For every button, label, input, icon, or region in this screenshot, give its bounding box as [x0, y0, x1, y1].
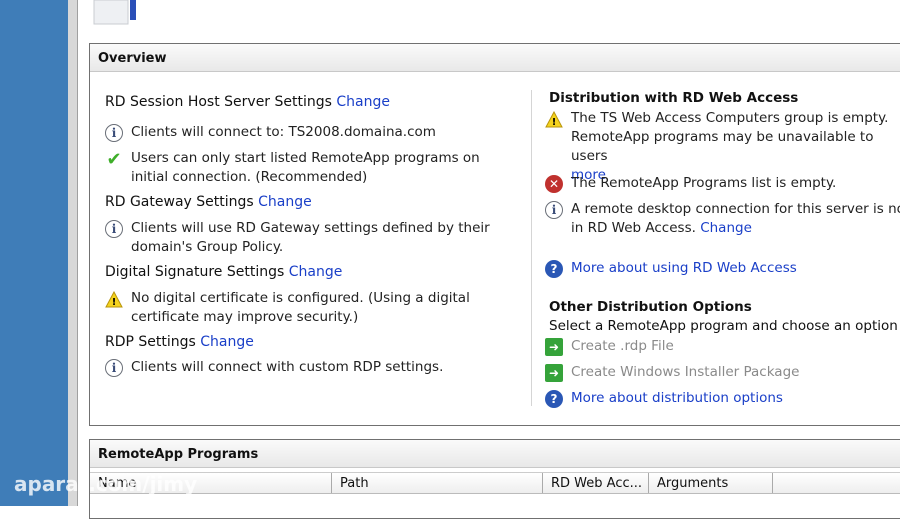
- remoteapp-programs-panel: RemoteApp Programs Name Path RD Web Acc.…: [89, 439, 900, 519]
- change-web-access-link[interactable]: Change: [700, 220, 752, 236]
- error-icon: ✕: [545, 175, 563, 193]
- list-item: i Clients will connect to: TS2008.domaina…: [105, 123, 515, 142]
- programs-title: RemoteApp Programs: [90, 440, 900, 468]
- column-divider: [531, 90, 532, 406]
- column-filler: [773, 473, 900, 493]
- list-item: ✔ Users can only start listed RemoteApp p…: [106, 148, 480, 186]
- create-windows-installer-package[interactable]: ➜ Create Windows Installer Package: [545, 363, 799, 382]
- rd-gateway-heading: RD Gateway Settings Change: [105, 194, 312, 210]
- warning-icon: !: [105, 290, 123, 308]
- rd-session-host-heading: RD Session Host Server Settings Change: [105, 94, 390, 110]
- rdp-settings-heading: RDP Settings Change: [105, 334, 254, 350]
- digital-signature-heading: Digital Signature Settings Change: [105, 264, 343, 280]
- column-headers: Name Path RD Web Acc... Arguments: [90, 472, 900, 494]
- column-path[interactable]: Path: [332, 473, 543, 493]
- list-item: ✕ The RemoteApp Programs list is empty.: [545, 174, 836, 193]
- help-icon: ?: [545, 390, 563, 408]
- create-rdp-file[interactable]: ➜ Create .rdp File: [545, 337, 674, 356]
- other-distribution-description: Select a RemoteApp program and choose an…: [549, 318, 900, 334]
- other-distribution-heading: Other Distribution Options: [549, 299, 752, 315]
- list-item: i Clients will use RD Gateway settings de…: [105, 219, 495, 257]
- help-distribution-options: ? More about distribution options: [545, 389, 783, 408]
- column-arguments[interactable]: Arguments: [649, 473, 773, 493]
- change-gateway-link[interactable]: Change: [258, 194, 312, 210]
- checkmark-icon: ✔: [106, 148, 122, 170]
- change-rdp-link[interactable]: Change: [200, 334, 254, 350]
- info-icon: i: [545, 201, 563, 219]
- distribution-heading: Distribution with RD Web Access: [549, 90, 799, 106]
- arrow-icon: ➜: [545, 338, 563, 356]
- change-signature-link[interactable]: Change: [289, 264, 343, 280]
- more-about-distribution-link[interactable]: More about distribution options: [571, 389, 783, 408]
- svg-text:!: !: [112, 297, 117, 308]
- left-sidebar: [0, 0, 68, 506]
- help-rd-web-access: ? More about using RD Web Access: [545, 259, 797, 278]
- info-icon: i: [105, 124, 123, 142]
- column-rd-web-access[interactable]: RD Web Acc...: [543, 473, 649, 493]
- info-icon: i: [105, 359, 123, 377]
- window-edge: [68, 0, 78, 506]
- more-about-rd-web-access-link[interactable]: More about using RD Web Access: [571, 259, 797, 278]
- arrow-icon: ➜: [545, 364, 563, 382]
- remoteapp-manager-icon: [93, 0, 136, 25]
- change-session-host-link[interactable]: Change: [336, 94, 390, 110]
- help-icon: ?: [545, 260, 563, 278]
- overview-title: Overview: [90, 44, 900, 72]
- watermark: aparat.com/jimy: [14, 472, 198, 496]
- list-item: ! No digital certificate is configured. (…: [105, 289, 485, 327]
- warning-icon: !: [545, 110, 563, 128]
- overview-panel: Overview RD Session Host Server Settings…: [89, 43, 900, 426]
- list-item: iA remote desktop connection for this se…: [545, 200, 900, 238]
- info-icon: i: [105, 220, 123, 238]
- svg-text:!: !: [552, 117, 557, 128]
- list-item: i Clients will connect with custom RDP se…: [105, 358, 515, 377]
